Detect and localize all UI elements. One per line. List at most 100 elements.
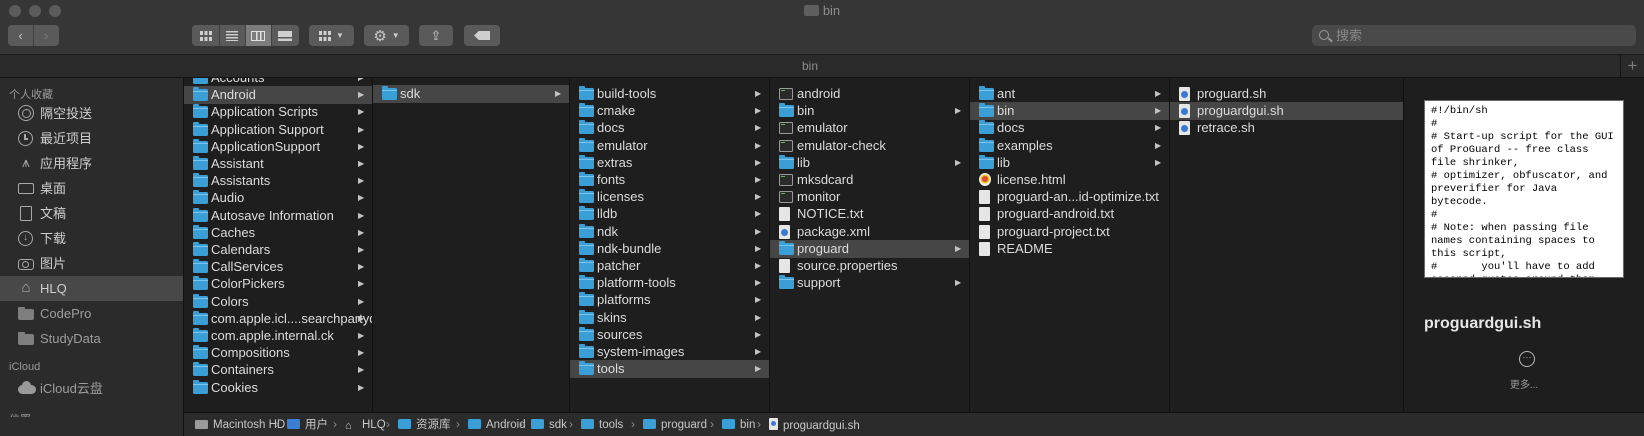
folder-row[interactable]: Application Scripts ▶ xyxy=(184,103,372,121)
folder-row[interactable]: platform-tools ▶ xyxy=(570,274,769,292)
file-row[interactable]: monitor xyxy=(770,188,969,206)
list-view-button[interactable] xyxy=(220,25,246,46)
folder-row[interactable]: licenses ▶ xyxy=(570,188,769,206)
path-crumb[interactable]: proguardgui.sh xyxy=(769,418,860,432)
folder-row[interactable]: platforms ▶ xyxy=(570,291,769,309)
file-row[interactable]: emulator-check xyxy=(770,137,969,155)
folder-row[interactable]: Assistant ▶ xyxy=(184,155,372,173)
folder-row[interactable]: emulator ▶ xyxy=(570,137,769,155)
folder-row[interactable]: Cookies ▶ xyxy=(184,379,372,397)
file-row[interactable]: proguard-project.txt xyxy=(970,223,1169,241)
folder-row[interactable]: lib ▶ xyxy=(970,154,1169,172)
sidebar-item-documents[interactable]: 文稿 xyxy=(0,201,183,226)
folder-row[interactable]: com.apple.internal.ck ▶ xyxy=(184,327,372,345)
path-crumb[interactable]: proguard xyxy=(643,418,707,432)
row-label: CallServices xyxy=(211,259,284,275)
folder-row[interactable]: docs ▶ xyxy=(970,119,1169,137)
path-crumb[interactable]: Android xyxy=(468,418,526,432)
sidebar-item-pictures[interactable]: 图片 xyxy=(0,251,183,276)
folder-row[interactable]: bin ▶ xyxy=(770,102,969,120)
file-row[interactable]: retrace.sh xyxy=(1170,119,1403,137)
folder-row[interactable]: CallServices ▶ xyxy=(184,258,372,276)
share-button[interactable]: ⇪ xyxy=(419,25,453,46)
file-row[interactable]: mksdcard xyxy=(770,171,969,189)
tab-bin[interactable]: bin xyxy=(0,59,1620,73)
file-row[interactable]: package.xml xyxy=(770,223,969,241)
folder-row[interactable]: ndk-bundle ▶ xyxy=(570,240,769,258)
ellipsis-circle-icon[interactable]: ··· xyxy=(1519,351,1535,367)
sidebar-item-codepro[interactable]: CodePro xyxy=(0,301,183,326)
file-row[interactable]: proguard-an...id-optimize.txt xyxy=(970,188,1169,206)
sidebar-item-home[interactable]: ⌂ HLQ xyxy=(0,276,183,301)
folder-row[interactable]: Assistants ▶ xyxy=(184,172,372,190)
folder-row[interactable]: sources ▶ xyxy=(570,326,769,344)
path-crumb[interactable]: 资源库 xyxy=(398,418,451,432)
icon-view-button[interactable] xyxy=(194,25,220,46)
folder-row[interactable]: Compositions ▶ xyxy=(184,344,372,362)
file-row[interactable]: source.properties xyxy=(770,257,969,275)
file-row[interactable]: license.html xyxy=(970,171,1169,189)
folder-row[interactable]: ant ▶ xyxy=(970,85,1169,103)
sidebar-item-recents[interactable]: 最近项目 xyxy=(0,126,183,151)
folder-row[interactable]: lldb ▶ xyxy=(570,205,769,223)
path-crumb[interactable]: tools xyxy=(581,418,623,432)
folder-row[interactable]: proguard ▶ xyxy=(770,239,969,258)
sidebar-item-applications[interactable]: ⩚ 应用程序 xyxy=(0,151,183,176)
search-input[interactable]: 搜索 xyxy=(1312,25,1636,46)
folder-row[interactable]: skins ▶ xyxy=(570,309,769,327)
folder-row[interactable]: Colors ▶ xyxy=(184,293,372,311)
folder-row[interactable]: lib ▶ xyxy=(770,154,969,172)
path-crumb[interactable]: bin xyxy=(722,418,755,432)
path-crumb[interactable]: Macintosh HD xyxy=(195,418,285,432)
file-row[interactable]: android xyxy=(770,85,969,103)
folder-row[interactable]: com.apple.icl....searchpartyd ▶ xyxy=(184,310,372,328)
folder-row[interactable]: patcher ▶ xyxy=(570,257,769,275)
folder-row[interactable]: Audio ▶ xyxy=(184,189,372,207)
folder-row[interactable]: ApplicationSupport ▶ xyxy=(184,138,372,156)
path-crumb[interactable]: 用户 xyxy=(287,418,328,432)
edit-tags-button[interactable] xyxy=(464,25,500,46)
folder-row[interactable]: Autosave Information ▶ xyxy=(184,207,372,225)
sidebar-item-icloud-drive[interactable]: iCloud云盘 xyxy=(0,376,183,401)
folder-row[interactable]: ndk ▶ xyxy=(570,223,769,241)
back-button[interactable]: ‹ xyxy=(9,25,34,46)
folder-row[interactable]: Calendars ▶ xyxy=(184,241,372,259)
file-row[interactable]: NOTICE.txt xyxy=(770,205,969,223)
more-button[interactable]: 更多... xyxy=(1404,376,1644,391)
path-crumb[interactable]: ⌂ HLQ xyxy=(345,418,386,432)
folder-row[interactable]: bin ▶ xyxy=(970,102,1169,121)
folder-row[interactable]: sdk ▶ xyxy=(373,85,569,103)
browser-column-bin: proguard.sh proguardgui.sh retrace.sh xyxy=(1170,78,1404,412)
column-view-button[interactable] xyxy=(245,25,272,46)
folder-row[interactable]: ColorPickers ▶ xyxy=(184,275,372,293)
forward-button[interactable]: › xyxy=(34,25,59,46)
path-crumb[interactable]: sdk xyxy=(531,418,567,432)
sidebar-item-studydata[interactable]: StudyData xyxy=(0,326,183,351)
file-row[interactable]: proguard.sh xyxy=(1170,85,1403,103)
folder-row[interactable]: Caches ▶ xyxy=(184,224,372,242)
folder-row[interactable]: support ▶ xyxy=(770,274,969,292)
sidebar-item-desktop[interactable]: 桌面 xyxy=(0,176,183,201)
file-row[interactable]: README xyxy=(970,240,1169,258)
folder-row[interactable]: Containers ▶ xyxy=(184,361,372,379)
folder-row[interactable]: examples ▶ xyxy=(970,137,1169,155)
folder-row[interactable]: Application Support ▶ xyxy=(184,121,372,139)
sidebar-item-airdrop[interactable]: 隔空投送 xyxy=(0,101,183,126)
group-by-button[interactable]: ▼ xyxy=(309,25,354,46)
new-tab-button[interactable]: + xyxy=(1620,55,1644,78)
folder-row[interactable]: extras ▶ xyxy=(570,154,769,172)
file-row[interactable]: emulator xyxy=(770,119,969,137)
gallery-view-button[interactable] xyxy=(272,25,298,46)
folder-row[interactable]: cmake ▶ xyxy=(570,102,769,120)
folder-row[interactable]: fonts ▶ xyxy=(570,171,769,189)
folder-row[interactable]: build-tools ▶ xyxy=(570,85,769,103)
row-label: NOTICE.txt xyxy=(797,206,864,222)
file-row[interactable]: proguard-android.txt xyxy=(970,205,1169,223)
file-row[interactable]: proguardgui.sh xyxy=(1170,102,1403,121)
sidebar-item-downloads[interactable]: ↓ 下载 xyxy=(0,226,183,251)
folder-row[interactable]: tools ▶ xyxy=(570,360,769,379)
action-menu-button[interactable]: ⚙ ▼ xyxy=(364,25,409,46)
folder-row[interactable]: system-images ▶ xyxy=(570,343,769,361)
folder-row[interactable]: docs ▶ xyxy=(570,119,769,137)
folder-row[interactable]: Android ▶ xyxy=(184,86,372,105)
